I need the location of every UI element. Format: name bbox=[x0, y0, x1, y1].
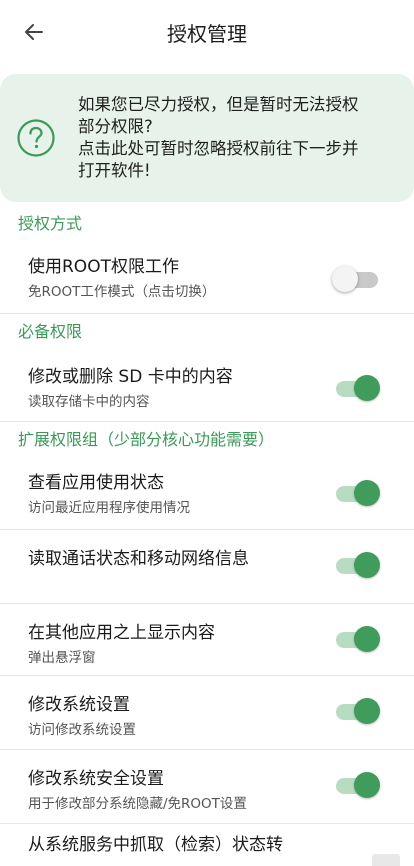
root-mode-toggle[interactable] bbox=[332, 266, 380, 292]
item-subtitle: 读取存储卡中的内容 bbox=[28, 394, 150, 410]
toggle-knob bbox=[354, 772, 380, 798]
item-title: 在其他应用之上显示内容 bbox=[28, 623, 215, 643]
list-item-secure-settings[interactable]: 修改系统安全设置 用于修改部分系统隐藏/免ROOT设置 bbox=[0, 750, 414, 824]
list-item-root-mode[interactable]: 使用ROOT权限工作 免ROOT工作模式（点击切换） bbox=[0, 242, 414, 314]
item-title: 修改系统安全设置 bbox=[28, 769, 164, 789]
toggle-knob bbox=[354, 698, 380, 724]
item-subtitle: 用于修改部分系统隐藏/免ROOT设置 bbox=[28, 796, 247, 812]
notice-line: 如果您已尽力授权，但是暂时无法授权 bbox=[78, 95, 359, 114]
skip-authorization-notice[interactable]: 如果您已尽力授权，但是暂时无法授权 部分权限? 点击此处可暂时忽略授权前往下一步… bbox=[0, 74, 414, 202]
item-title: 读取通话状态和移动网络信息 bbox=[28, 549, 249, 569]
toggle-knob bbox=[354, 552, 380, 578]
usage-stats-toggle[interactable] bbox=[336, 480, 380, 506]
item-title: 查看应用使用状态 bbox=[28, 473, 164, 493]
list-item-usage-stats[interactable]: 查看应用使用状态 访问最近应用程序使用情况 bbox=[0, 458, 414, 530]
write-settings-toggle[interactable] bbox=[336, 698, 380, 724]
notice-text: 如果您已尽力授权，但是暂时无法授权 部分权限? 点击此处可暂时忽略授权前往下一步… bbox=[78, 94, 359, 182]
phone-state-toggle[interactable] bbox=[336, 552, 380, 578]
list-item-overlay[interactable]: 在其他应用之上显示内容 弹出悬浮窗 bbox=[0, 604, 414, 676]
list-item-phone-state[interactable]: 读取通话状态和移动网络信息 bbox=[0, 530, 414, 604]
back-button[interactable] bbox=[20, 18, 48, 46]
notice-line: 部分权限? bbox=[78, 117, 153, 136]
item-subtitle: 访问修改系统设置 bbox=[28, 722, 136, 738]
arrow-left-icon bbox=[25, 24, 43, 40]
item-subtitle: 弹出悬浮窗 bbox=[28, 650, 96, 666]
item-title: 修改系统设置 bbox=[28, 695, 130, 715]
list-item-write-settings[interactable]: 修改系统设置 访问修改系统设置 bbox=[0, 676, 414, 750]
item-title: 从系统服务中抓取（检索）状态转 bbox=[28, 835, 283, 855]
section-title-auth-method: 授权方式 bbox=[18, 214, 83, 233]
notice-line: 点击此处可暂时忽略授权前往下一步并 bbox=[78, 139, 359, 158]
section-title-extended: 扩展权限组（少部分核心功能需要） bbox=[18, 430, 275, 449]
toggle-knob bbox=[354, 375, 380, 401]
sd-card-toggle[interactable] bbox=[336, 375, 380, 401]
toggle-knob bbox=[354, 480, 380, 506]
list-item-sd-card[interactable]: 修改或删除 SD 卡中的内容 读取存储卡中的内容 bbox=[0, 350, 414, 422]
page-title: 授权管理 bbox=[167, 21, 247, 46]
scroll-indicator bbox=[372, 854, 400, 866]
question-circle-icon bbox=[17, 119, 55, 157]
secure-settings-toggle[interactable] bbox=[336, 772, 380, 798]
app-header: 授权管理 bbox=[0, 0, 414, 64]
section-title-required: 必备权限 bbox=[18, 322, 83, 341]
overlay-toggle[interactable] bbox=[336, 626, 380, 652]
toggle-knob bbox=[332, 266, 358, 292]
item-subtitle: 访问最近应用程序使用情况 bbox=[28, 500, 190, 516]
item-title: 修改或删除 SD 卡中的内容 bbox=[28, 367, 233, 387]
notice-line: 打开软件! bbox=[78, 161, 151, 180]
toggle-knob bbox=[354, 626, 380, 652]
list-item-dump-state[interactable]: 从系统服务中抓取（检索）状态转 bbox=[0, 824, 414, 856]
